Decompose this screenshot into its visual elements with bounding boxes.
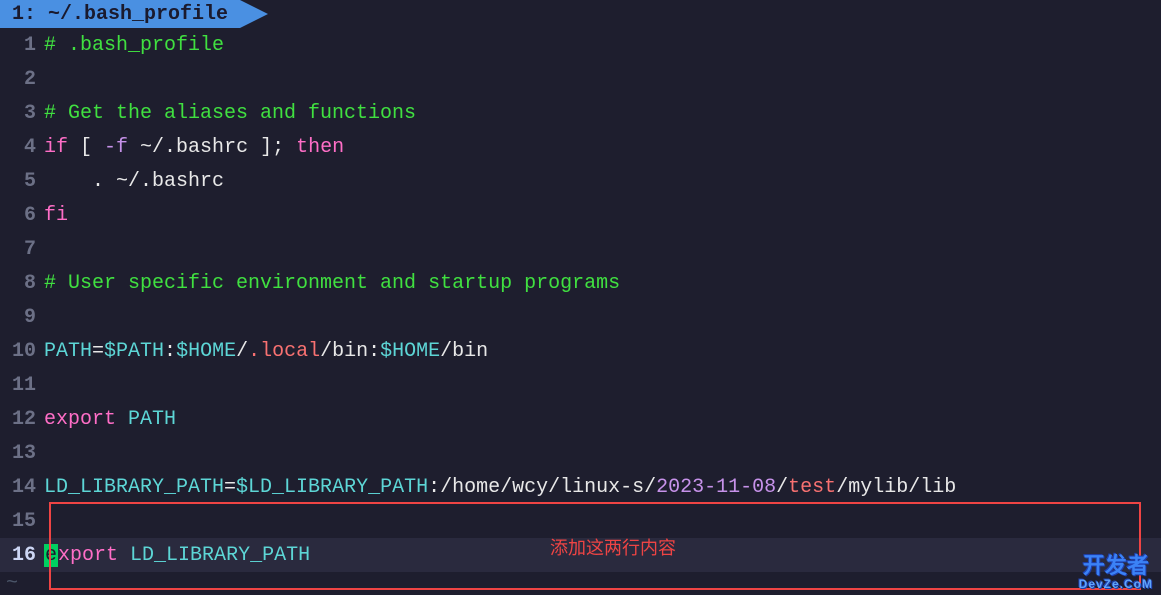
tab-bar: 1: ~/.bash_profile xyxy=(0,0,1161,28)
line-number: 15 xyxy=(0,510,44,533)
code-line: 9 xyxy=(0,300,1161,334)
code-line: 13 xyxy=(0,436,1161,470)
code-line: 6 fi xyxy=(0,198,1161,232)
line-number: 16 xyxy=(0,544,44,567)
code-line: 4 if [ -f ~/.bashrc ]; then xyxy=(0,130,1161,164)
line-number: 13 xyxy=(0,442,44,465)
code-line: 14 LD_LIBRARY_PATH=$LD_LIBRARY_PATH:/hom… xyxy=(0,470,1161,504)
code-line: 5 . ~/.bashrc xyxy=(0,164,1161,198)
keyword-if: if xyxy=(44,136,68,159)
comment: # User specific environment and startup … xyxy=(44,272,620,295)
cursor: e xyxy=(44,544,58,567)
line-number: 9 xyxy=(0,306,44,329)
code-line: 1 # .bash_profile xyxy=(0,28,1161,62)
line-number: 5 xyxy=(0,170,44,193)
code-line: 10 PATH=$PATH:$HOME/.local/bin:$HOME/bin xyxy=(0,334,1161,368)
line-number: 12 xyxy=(0,408,44,431)
code-line: 2 xyxy=(0,62,1161,96)
line-number: 1 xyxy=(0,34,44,57)
code-line: 3 # Get the aliases and functions xyxy=(0,96,1161,130)
code-line-current: 16 export LD_LIBRARY_PATH xyxy=(0,538,1161,572)
code-line: 11 xyxy=(0,368,1161,402)
line-number: 2 xyxy=(0,68,44,91)
tab-label: 1: ~/.bash_profile xyxy=(12,3,228,26)
line-number: 6 xyxy=(0,204,44,227)
empty-line-tilde: ~ xyxy=(0,572,1161,595)
line-number: 10 xyxy=(0,340,44,363)
code-line: 15 xyxy=(0,504,1161,538)
keyword-export: export xyxy=(44,408,116,431)
line-number: 3 xyxy=(0,102,44,125)
comment: # Get the aliases and functions xyxy=(44,102,416,125)
line-number: 7 xyxy=(0,238,44,261)
code-line: 7 xyxy=(0,232,1161,266)
keyword-fi: fi xyxy=(44,204,68,227)
code-line: 8 # User specific environment and startu… xyxy=(0,266,1161,300)
code-editor[interactable]: 1 # .bash_profile 2 3 # Get the aliases … xyxy=(0,28,1161,595)
line-number: 8 xyxy=(0,272,44,295)
code-line: 12 export PATH xyxy=(0,402,1161,436)
line-number: 14 xyxy=(0,476,44,499)
comment: # .bash_profile xyxy=(44,34,224,57)
line-number: 11 xyxy=(0,374,44,397)
tab-bash-profile[interactable]: 1: ~/.bash_profile xyxy=(0,0,240,28)
line-number: 4 xyxy=(0,136,44,159)
